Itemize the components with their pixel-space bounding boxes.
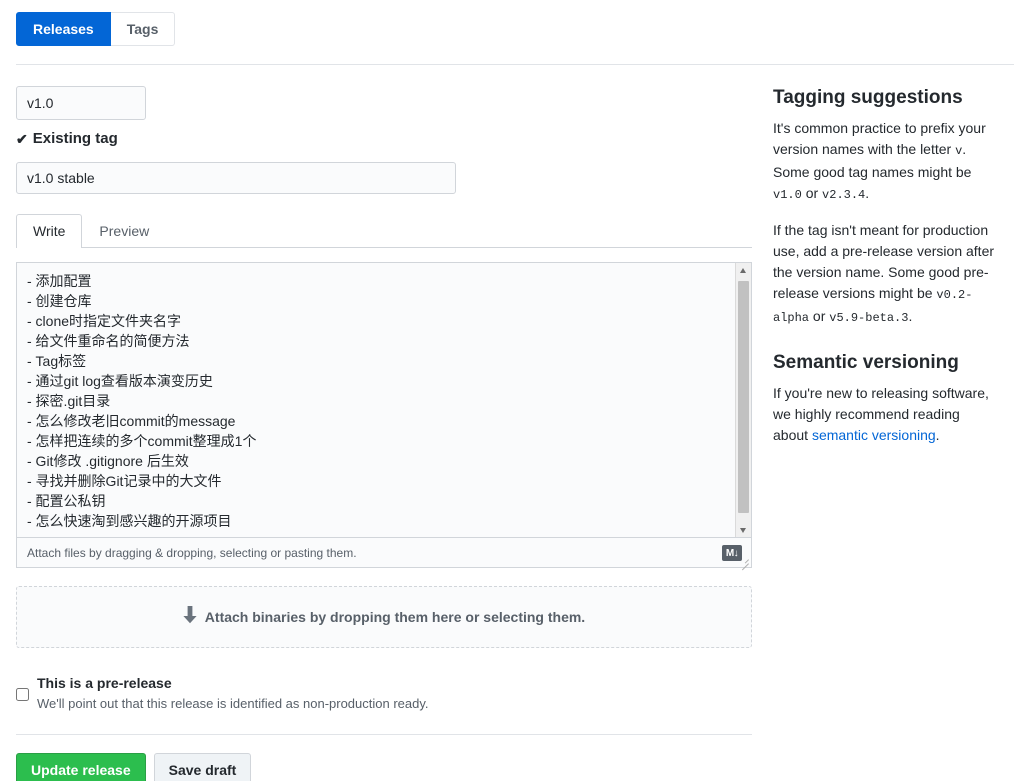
release-body-text: - 添加配置 - 创建仓库 - clone时指定文件夹名字 - 给文件重命名的简…: [27, 273, 257, 529]
tagging-p1-text-c: or: [801, 185, 823, 201]
markdown-icon[interactable]: M↓: [722, 545, 742, 561]
release-title-input[interactable]: [16, 162, 456, 194]
dropzone-label: Attach binaries by dropping them here or…: [204, 609, 586, 625]
code-v10: v1.0: [773, 188, 802, 202]
actions-divider: [16, 734, 752, 735]
tagging-suggestions-heading: Tagging suggestions: [773, 87, 963, 108]
prerelease-field: This is a pre-release We'll point out th…: [16, 674, 752, 712]
tab-preview[interactable]: Preview: [82, 214, 166, 248]
attach-binaries-dropzone[interactable]: Attach binaries by dropping them here or…: [16, 586, 752, 648]
semver-text-b: .: [935, 427, 940, 443]
write-preview-tabs: Write Preview: [16, 214, 752, 248]
releases-tabnav: Releases Tags: [16, 12, 176, 46]
tagging-paragraph-1: It's common practice to prefix your vers…: [773, 118, 998, 206]
comment-box: - 添加配置 - 创建仓库 - clone时指定文件夹名字 - 给文件重命名的简…: [16, 262, 752, 571]
save-draft-button[interactable]: Save draft: [153, 753, 252, 781]
textarea-scrollbar[interactable]: [735, 263, 751, 537]
tagging-paragraph-2: If the tag isn't meant for production us…: [773, 220, 998, 329]
release-form: ✔ Existing tag Write Preview - 添加配置 - 创建…: [16, 86, 752, 781]
tag-version-input[interactable]: [16, 86, 146, 120]
form-actions: Update release Save draft: [16, 753, 752, 781]
prerelease-label: This is a pre-release: [37, 675, 172, 691]
attach-files-footer: Attach files by dragging & dropping, sel…: [16, 537, 752, 571]
download-arrow-icon: [183, 605, 197, 629]
semver-paragraph: If you're new to releasing software, we …: [773, 383, 998, 446]
tagging-p2-text-c: .: [908, 308, 913, 324]
tagging-p1-text-d: .: [865, 185, 870, 201]
code-v234: v2.3.4: [822, 188, 866, 202]
semantic-versioning-link[interactable]: semantic versioning: [812, 427, 936, 443]
tagging-p1-text-a: It's common practice to prefix your vers…: [773, 120, 986, 157]
tagging-p2-text-b: or: [809, 308, 830, 324]
existing-tag-status: ✔ Existing tag: [16, 130, 752, 148]
semantic-versioning-heading: Semantic versioning: [773, 352, 959, 373]
scroll-up-arrow-icon[interactable]: [736, 263, 751, 278]
attach-files-hint: Attach files by dragging & dropping, sel…: [27, 545, 357, 560]
help-sidebar: Tagging suggestions It's common practice…: [773, 86, 998, 446]
check-icon: ✔: [16, 131, 28, 147]
update-release-button[interactable]: Update release: [16, 753, 146, 781]
release-body-textarea[interactable]: - 添加配置 - 创建仓库 - clone时指定文件夹名字 - 给文件重命名的简…: [16, 262, 752, 537]
scroll-down-arrow-icon[interactable]: [736, 523, 751, 537]
tab-tags[interactable]: Tags: [110, 12, 176, 46]
prerelease-text: This is a pre-release We'll point out th…: [37, 674, 429, 712]
existing-tag-label: Existing tag: [32, 130, 118, 147]
release-edit-page: Releases Tags ✔ Existing tag Write Previ…: [0, 0, 1030, 781]
prerelease-note: We'll point out that this release is ide…: [37, 696, 429, 711]
markdown-editor: Write Preview - 添加配置 - 创建仓库 - clone时指定文件…: [16, 214, 752, 571]
tab-releases[interactable]: Releases: [16, 12, 111, 46]
scrollbar-thumb[interactable]: [738, 281, 749, 513]
prerelease-checkbox[interactable]: [16, 677, 29, 712]
tab-write[interactable]: Write: [16, 214, 83, 248]
code-v59-beta3: v5.9-beta.3: [829, 311, 909, 325]
header-divider: [16, 64, 1014, 65]
